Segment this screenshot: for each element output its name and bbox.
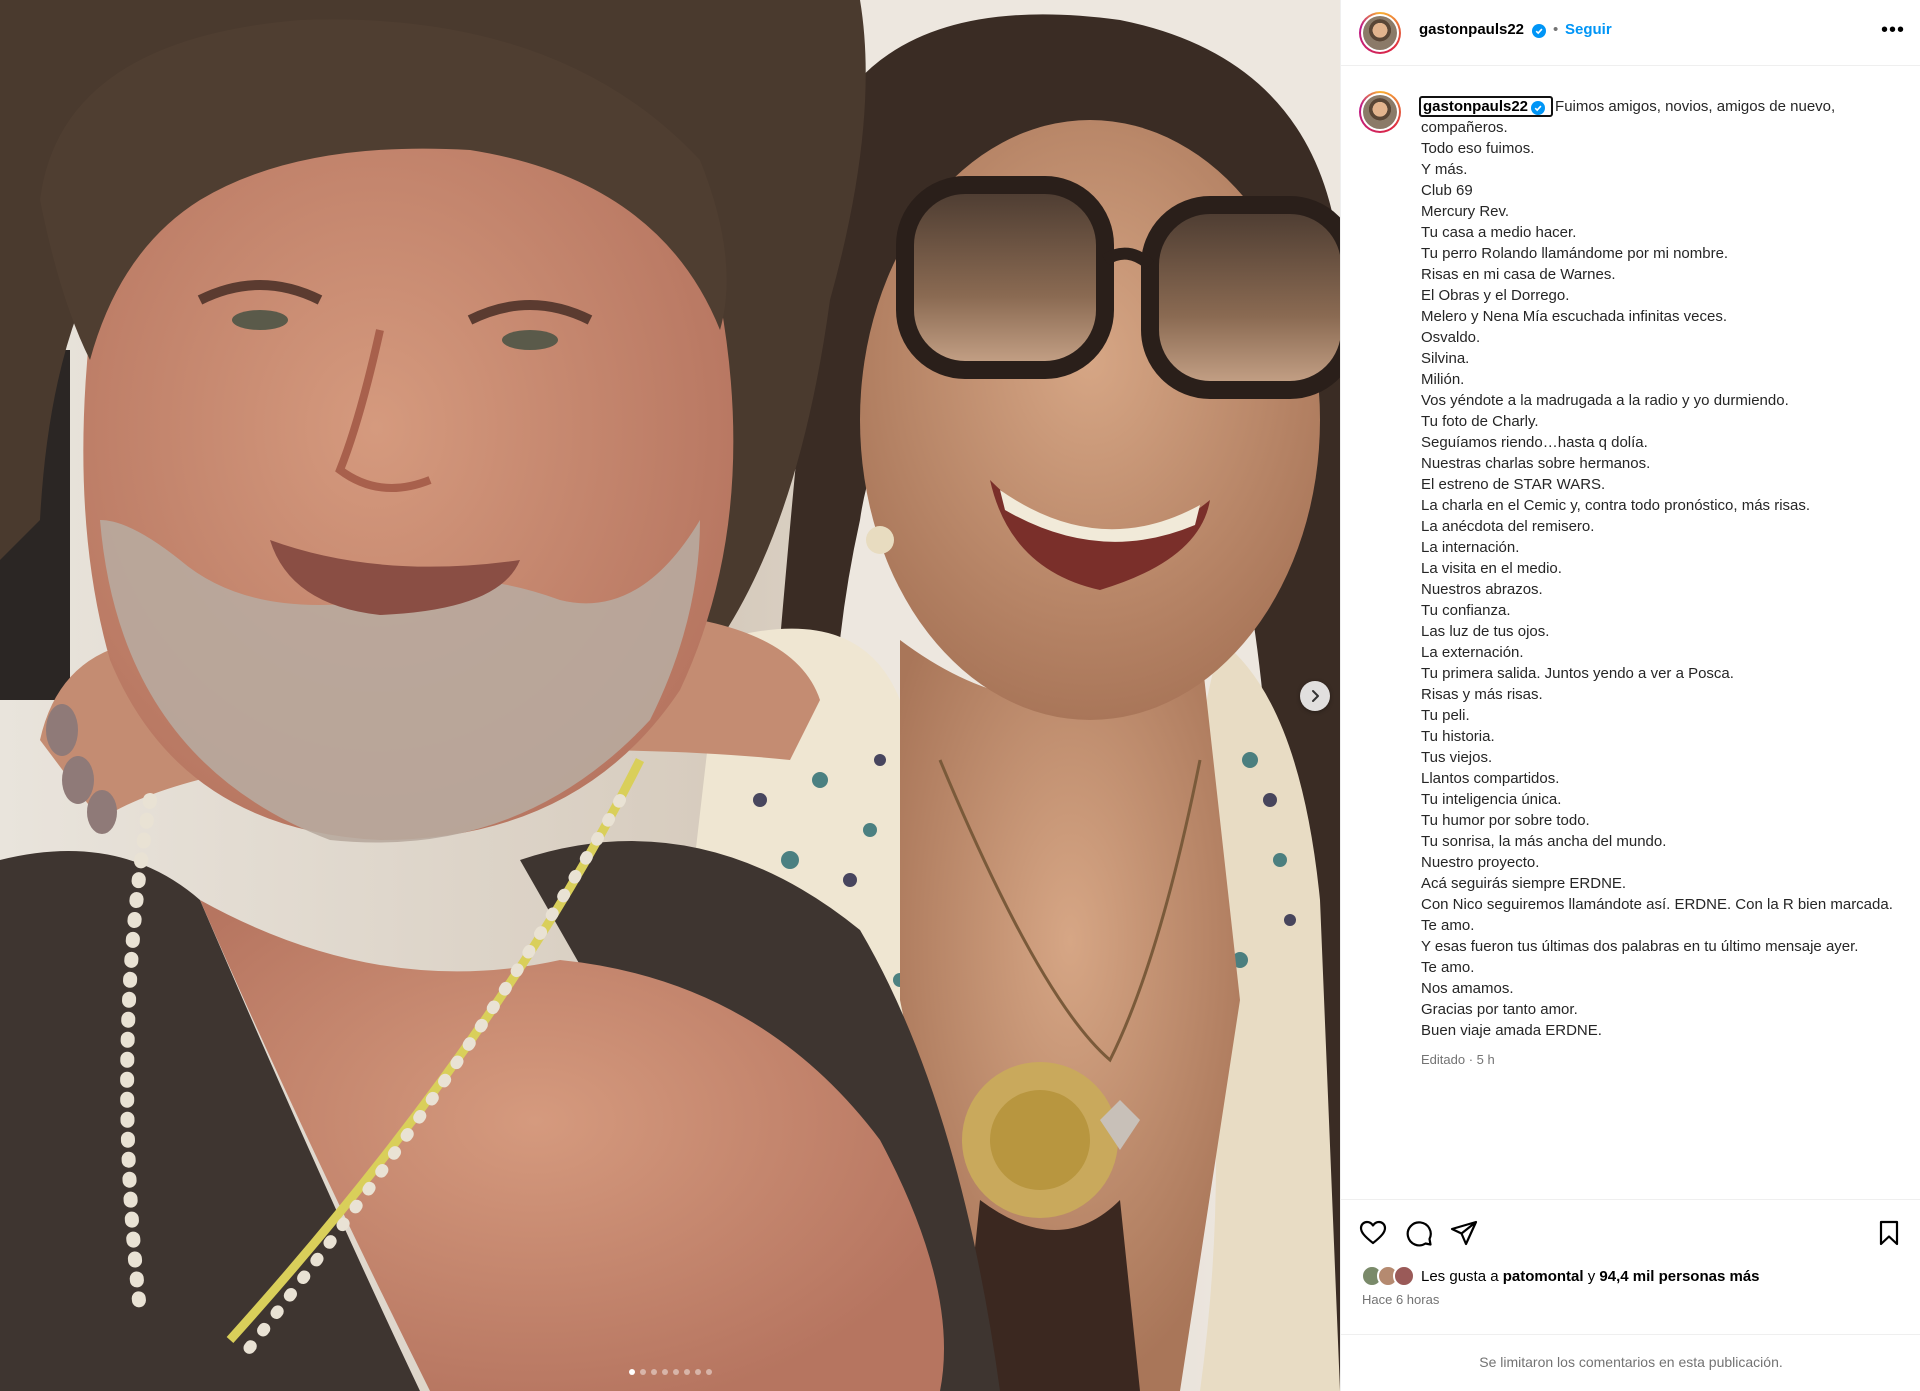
caption-line: Milión. — [1421, 371, 1465, 388]
post-photo[interactable] — [0, 0, 1340, 1391]
caption-line: Mercury Rev. — [1421, 203, 1510, 220]
caption-line: La internación. — [1421, 539, 1520, 556]
caption-line: Tu casa a medio hacer. — [1421, 224, 1577, 241]
caption-lines: Todo eso fuimos. Y más. Club 69 Mercury Rev… — [1421, 138, 1906, 1041]
heart-icon[interactable] — [1358, 1218, 1388, 1248]
caption-username[interactable]: gastonpauls22 — [1423, 98, 1528, 115]
author-avatar[interactable] — [1359, 12, 1401, 54]
caption-line: Gracias por tanto amor. — [1421, 1001, 1578, 1018]
likes-middle: y — [1583, 1267, 1600, 1285]
caption-line: El estreno de STAR WARS. — [1421, 476, 1606, 493]
verified-badge-icon — [1531, 101, 1546, 115]
carousel-next-button[interactable] — [1300, 681, 1330, 711]
carousel-dot — [672, 1369, 679, 1375]
carousel-dot — [639, 1369, 646, 1375]
caption-line: Te amo. — [1421, 959, 1475, 976]
post-actions: Les gusta a patomontal y 94,4 mil person… — [1341, 1199, 1920, 1334]
edited-timestamp: Editado · 5 h — [1421, 1052, 1495, 1067]
carousel-indicator — [0, 1367, 1340, 1377]
carousel-dot — [683, 1369, 690, 1375]
caption-line: Nuestras charlas sobre hermanos. — [1421, 455, 1651, 472]
post-header: gastonpauls22 • Seguir ••• — [1341, 0, 1920, 66]
carousel-dot — [661, 1369, 668, 1375]
caption-line: El Obras y el Dorrego. — [1421, 287, 1570, 304]
caption-line: Todo eso fuimos. — [1421, 140, 1535, 157]
caption-line: Te amo. — [1421, 917, 1475, 934]
caption-line: Risas en mi casa de Warnes. — [1421, 266, 1616, 283]
post-sidebar: gastonpauls22 • Seguir ••• gastonpauls22… — [1340, 0, 1920, 1391]
caption-avatar[interactable] — [1359, 91, 1401, 133]
caption-line: Tu perro Rolando llamándome por mi nombr… — [1421, 245, 1729, 262]
caption-line: Tu inteligencia única. — [1421, 791, 1562, 808]
likes-summary[interactable]: Les gusta a patomontal y 94,4 mil person… — [1361, 1265, 1760, 1287]
separator-dot: • — [1553, 21, 1559, 38]
likes-prefix: Les gusta a — [1421, 1267, 1503, 1285]
caption-line: Y esas fueron tus últimas dos palabras e… — [1421, 938, 1859, 955]
caption-line: Y más. — [1421, 161, 1468, 178]
bookmark-icon[interactable] — [1874, 1218, 1904, 1248]
liker-avatars — [1361, 1265, 1419, 1287]
post-caption: gastonpauls22 Fuimos amigos, novios, amig… — [1419, 96, 1906, 1070]
caption-line: Las luz de tus ojos. — [1421, 623, 1550, 640]
caption-line: Tu primera salida. Juntos yendo a ver a … — [1421, 665, 1734, 682]
likes-text: Les gusta a patomontal y 94,4 mil person… — [1421, 1268, 1760, 1285]
caption-line: Nos amamos. — [1421, 980, 1514, 997]
caption-line: Risas y más risas. — [1421, 686, 1543, 703]
caption-line: Acá seguirás siempre ERDNE. — [1421, 875, 1627, 892]
caption-line: Seguíamos riendo…hasta q dolía. — [1421, 434, 1648, 451]
caption-line: Tu foto de Charly. — [1421, 413, 1539, 430]
caption-line: La charla en el Cemic y, contra todo pro… — [1421, 497, 1811, 514]
carousel-dot — [705, 1369, 712, 1375]
caption-line: La externación. — [1421, 644, 1524, 661]
photo-illustration — [0, 0, 1340, 1391]
caption-line: Tu sonrisa, la más ancha del mundo. — [1421, 833, 1667, 850]
carousel-dot — [628, 1369, 635, 1375]
caption-line: Tu confianza. — [1421, 602, 1511, 619]
author-username[interactable]: gastonpauls22 — [1419, 21, 1524, 38]
carousel-dot — [694, 1369, 701, 1375]
liker-avatar — [1393, 1265, 1415, 1287]
caption-line: Tu peli. — [1421, 707, 1470, 724]
caption-line: Nuestro proyecto. — [1421, 854, 1540, 871]
caption-line: Vos yéndote a la madrugada a la radio y … — [1421, 392, 1789, 409]
verified-badge-icon — [1532, 24, 1546, 38]
caption-line: Buen viaje amada ERDNE. — [1421, 1022, 1602, 1039]
caption-line: Silvina. — [1421, 350, 1470, 367]
carousel-dot — [650, 1369, 657, 1375]
liker-username[interactable]: patomontal — [1503, 1268, 1584, 1285]
caption-line: Tu historia. — [1421, 728, 1495, 745]
caption-line: La anécdota del remisero. — [1421, 518, 1595, 535]
follow-button[interactable]: Seguir — [1565, 21, 1612, 38]
caption-line: Melero y Nena Mía escuchada infinitas ve… — [1421, 308, 1727, 325]
caption-line: Nuestros abrazos. — [1421, 581, 1543, 598]
share-icon[interactable] — [1449, 1218, 1479, 1248]
caption-line: La visita en el medio. — [1421, 560, 1562, 577]
more-options-icon[interactable]: ••• — [1881, 20, 1905, 40]
likes-count[interactable]: 94,4 mil personas más — [1599, 1268, 1759, 1285]
comment-icon[interactable] — [1404, 1218, 1434, 1248]
caption-line: Club 69 — [1421, 182, 1473, 199]
post-time[interactable]: Hace 6 horas — [1362, 1292, 1439, 1307]
caption-line: Osvaldo. — [1421, 329, 1481, 346]
caption-line: Tus viejos. — [1421, 749, 1493, 766]
caption-line: Tu humor por sobre todo. — [1421, 812, 1590, 829]
caption-line: Llantos compartidos. — [1421, 770, 1560, 787]
caption-section: gastonpauls22 Fuimos amigos, novios, amig… — [1341, 66, 1920, 1199]
comments-limited-notice: Se limitaron los comentarios en esta pub… — [1341, 1334, 1920, 1391]
chevron-right-icon — [1312, 690, 1319, 702]
caption-username-link[interactable]: gastonpauls22 — [1419, 96, 1554, 117]
caption-line: Con Nico seguiremos llamándote así. ERDN… — [1421, 896, 1893, 913]
